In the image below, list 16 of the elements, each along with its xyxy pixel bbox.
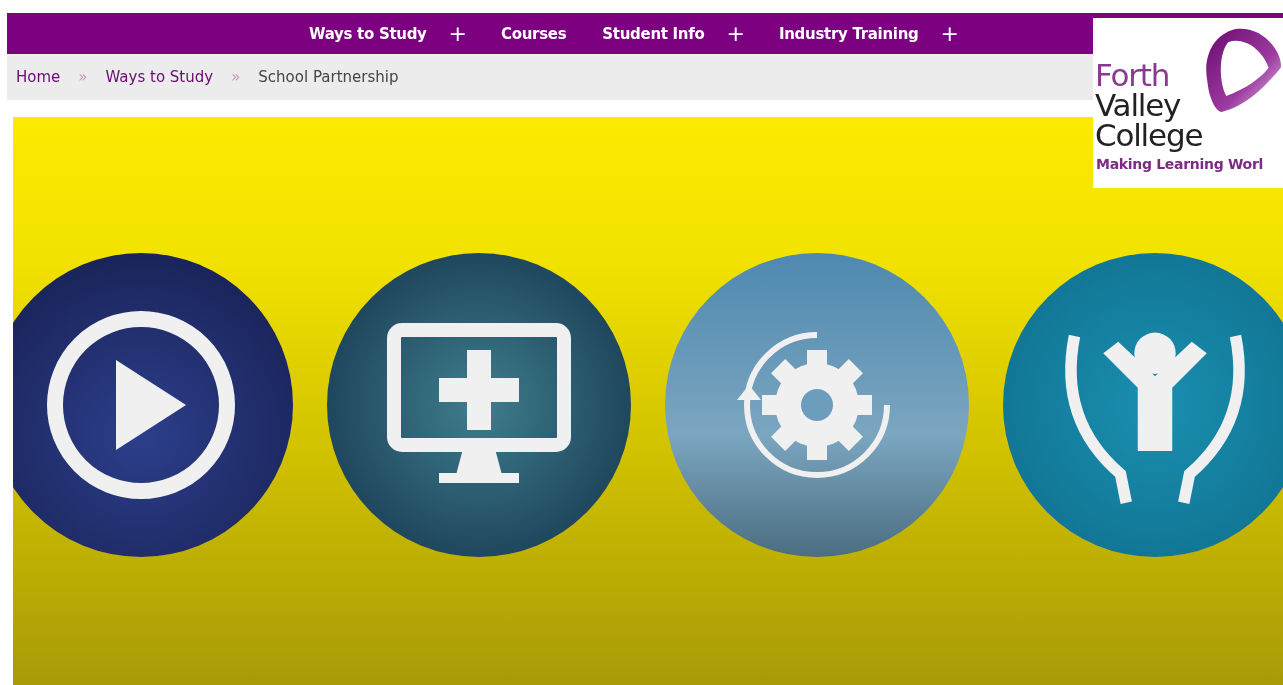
breadcrumb-separator: »: [78, 68, 88, 86]
logo-tagline: Making Learning Worl: [1096, 156, 1264, 172]
college-logo[interactable]: Forth Valley College Making Learning Worl: [1093, 18, 1283, 188]
expand-button[interactable]: +: [726, 22, 745, 45]
logo-text: Forth: [1095, 60, 1171, 90]
logo-text: Valley: [1095, 90, 1182, 120]
expand-button[interactable]: +: [940, 22, 959, 45]
breadcrumb-link[interactable]: Ways to Study: [105, 68, 214, 86]
breadcrumb-link[interactable]: Home: [16, 68, 61, 86]
breadcrumb-separator: »: [231, 68, 241, 86]
nav-link[interactable]: Courses: [501, 24, 567, 43]
breadcrumb-current: School Partnership: [258, 68, 399, 86]
nav-link[interactable]: Student Info: [602, 24, 705, 43]
nav-link[interactable]: Industry Training: [778, 24, 919, 43]
nav-link[interactable]: Ways to Study: [309, 24, 427, 43]
expand-button[interactable]: +: [448, 22, 467, 45]
